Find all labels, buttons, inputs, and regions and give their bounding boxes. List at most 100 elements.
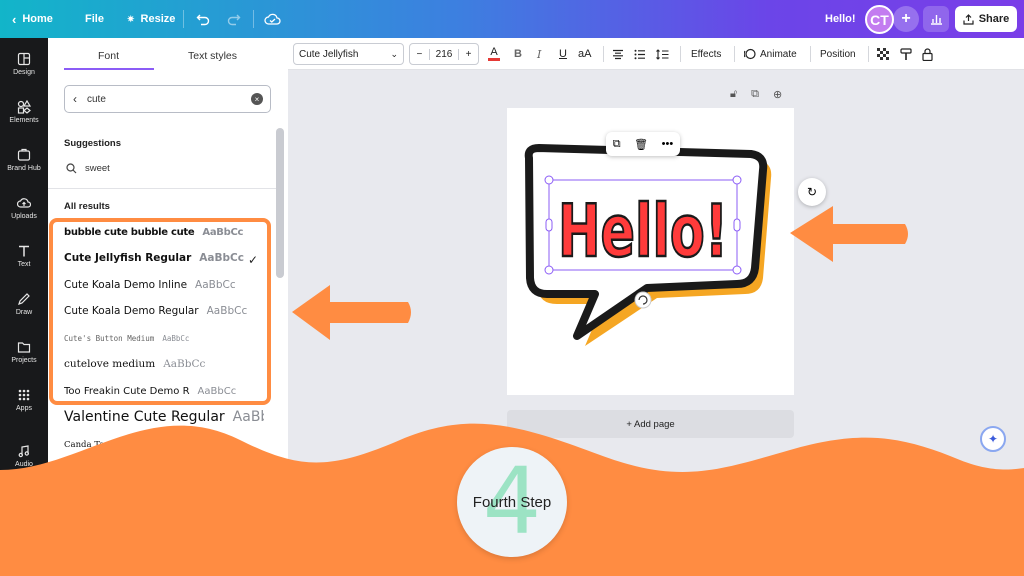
lock-button[interactable] xyxy=(922,38,933,70)
duplicate-icon[interactable]: ⧉ xyxy=(613,138,621,151)
all-results-title: All results xyxy=(64,201,110,212)
suggestions-title: Suggestions xyxy=(64,138,122,149)
resize-button[interactable]: ✷ Resize xyxy=(127,0,175,38)
top-bar: ‹ Home File ✷ Resize Hello! CT + Share xyxy=(0,0,1024,38)
divider xyxy=(603,46,604,62)
case-button[interactable]: aA xyxy=(578,38,591,70)
file-menu[interactable]: File xyxy=(85,0,104,38)
effects-button[interactable]: Effects xyxy=(691,38,721,70)
text-color-button[interactable]: A xyxy=(488,38,500,70)
cloud-check-icon xyxy=(264,13,281,25)
chevron-left-icon: ‹ xyxy=(12,11,17,27)
list-button[interactable] xyxy=(634,38,646,70)
spacing-button[interactable] xyxy=(656,38,669,70)
position-label: Position xyxy=(820,48,856,60)
search-value: cute xyxy=(87,93,106,105)
scrollbar[interactable] xyxy=(276,128,284,278)
redo-icon xyxy=(227,14,241,26)
magic-assistant-button[interactable]: ✦ xyxy=(980,426,1006,452)
transparency-button[interactable] xyxy=(877,38,889,70)
results-highlight-box xyxy=(49,218,271,405)
page-actions: 🔓︎ ⧉ ⊕ xyxy=(730,88,782,101)
home-label: Home xyxy=(22,13,53,25)
rail-label: Text xyxy=(17,261,31,268)
duplicate-page-icon[interactable]: ⧉ xyxy=(751,88,759,101)
decrease-size-button[interactable]: − xyxy=(410,49,429,60)
rail-item-draw[interactable]: Draw xyxy=(0,282,48,326)
bold-button[interactable]: B xyxy=(514,38,522,70)
more-options-icon[interactable]: ••• xyxy=(662,138,674,150)
search-icon xyxy=(66,163,77,174)
home-button[interactable]: ‹ Home xyxy=(12,0,53,38)
suggestion-item[interactable]: sweet xyxy=(66,163,110,174)
back-arrow-icon[interactable]: ‹ xyxy=(73,92,77,106)
lock-page-icon[interactable]: 🔓︎ xyxy=(730,88,737,101)
rail-item-audio[interactable]: Audio xyxy=(0,434,48,478)
tab-font[interactable]: Font xyxy=(98,50,119,62)
pen-icon xyxy=(18,293,30,305)
align-button[interactable] xyxy=(612,38,624,70)
add-page-button[interactable]: + Add page xyxy=(507,410,794,438)
rail-label: Draw xyxy=(15,309,33,316)
rail-item-elements[interactable]: Elements xyxy=(0,90,48,134)
resize-label: Resize xyxy=(140,13,176,25)
comment-button[interactable]: ↻ xyxy=(798,178,826,206)
font-size-value[interactable]: 216 xyxy=(428,48,460,60)
bullet-list-icon xyxy=(634,49,645,59)
divider xyxy=(868,46,869,62)
sparkle-icon: ✷ xyxy=(127,13,135,24)
active-tab-indicator xyxy=(64,68,154,70)
rail-label: Uploads xyxy=(11,213,37,220)
animate-icon xyxy=(744,48,756,60)
bubble-text[interactable]: Hello! xyxy=(557,188,730,275)
animate-button[interactable]: Animate xyxy=(744,38,797,70)
increase-size-button[interactable]: + xyxy=(459,49,478,60)
rail-item-uploads[interactable]: Uploads xyxy=(0,186,48,230)
italic-button[interactable]: I xyxy=(537,38,541,70)
greeting-text: Hello! xyxy=(825,13,856,25)
font-search-input[interactable]: ‹ cute × xyxy=(64,85,271,113)
text-icon xyxy=(19,245,29,257)
divider xyxy=(734,46,735,62)
rail-item-design[interactable]: Design xyxy=(0,42,48,86)
step-badge: 4 Fourth Step xyxy=(457,447,567,557)
apps-grid-icon xyxy=(18,389,30,401)
cloud-save-status[interactable] xyxy=(264,0,281,38)
underline-button[interactable]: U xyxy=(559,38,567,70)
add-page-icon[interactable]: ⊕ xyxy=(773,88,782,101)
text-color-icon: A xyxy=(490,46,498,58)
line-spacing-icon xyxy=(656,48,669,60)
undo-button[interactable] xyxy=(196,0,210,38)
share-label: Share xyxy=(978,13,1010,25)
font-family-select[interactable]: Cute Jellyfish ⌄ xyxy=(293,43,404,65)
layout-icon xyxy=(17,52,31,66)
text-toolbar: Cute Jellyfish ⌄ − 216 + A B I U aA Effe… xyxy=(288,38,1024,70)
rail-item-apps[interactable]: Apps xyxy=(0,378,48,422)
font-result-valentine-cute[interactable]: Valentine Cute Regular AaBbCc xyxy=(64,405,264,429)
trash-icon[interactable]: 🗑︎ xyxy=(634,138,648,151)
clear-search-icon[interactable]: × xyxy=(251,93,263,105)
font-size-stepper[interactable]: − 216 + xyxy=(409,43,479,65)
underline-icon: U xyxy=(559,48,567,60)
rail-item-brand-hub[interactable]: Brand Hub xyxy=(0,138,48,182)
transparency-icon xyxy=(877,48,889,60)
copy-style-button[interactable] xyxy=(900,38,912,70)
align-center-icon xyxy=(613,49,623,59)
avatar[interactable]: CT xyxy=(865,5,894,34)
undo-icon xyxy=(196,14,210,26)
invite-button[interactable]: + xyxy=(893,6,919,32)
rail-item-projects[interactable]: Projects xyxy=(0,330,48,374)
position-button[interactable]: Position xyxy=(820,38,856,70)
rail-item-text[interactable]: Text xyxy=(0,234,48,278)
left-rail: Design Elements Brand Hub Uploads Text D… xyxy=(0,38,48,576)
divider xyxy=(183,10,184,28)
font-name: Valentine Cute Regular xyxy=(64,409,225,425)
font-result-canda-tawa[interactable]: Canda Tawa Cute xyxy=(64,433,264,457)
divider xyxy=(810,46,811,62)
divider xyxy=(253,10,254,28)
upload-icon xyxy=(963,13,974,25)
insights-button[interactable] xyxy=(923,6,949,32)
redo-button[interactable] xyxy=(227,0,241,38)
tab-text-styles[interactable]: Text styles xyxy=(188,50,237,62)
share-button[interactable]: Share xyxy=(955,6,1017,32)
